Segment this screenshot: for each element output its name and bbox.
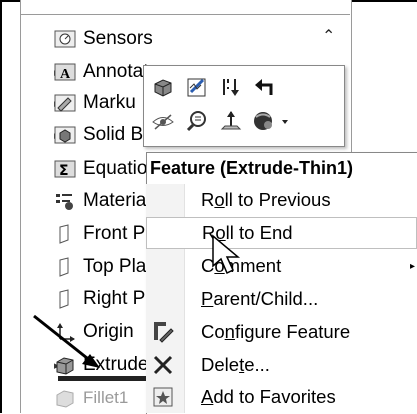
mouse-cursor-icon — [212, 234, 241, 275]
menu-item-label: Parent/Child... — [201, 288, 319, 309]
edit-sketch-icon[interactable] — [184, 74, 210, 100]
tree-item-label: Fillet1 — [83, 388, 129, 407]
annotations-icon: A — [54, 61, 76, 83]
pointer-arrow-icon — [33, 314, 100, 368]
plane-icon — [54, 223, 76, 245]
tree-item-label: Annotat — [83, 61, 149, 82]
menu-item-label: Configure Feature — [201, 321, 351, 342]
hide-icon[interactable] — [150, 108, 176, 134]
menu-item-label: Roll to Previous — [201, 189, 331, 210]
menu-item-delete[interactable]: Delete... — [146, 349, 417, 381]
solid-bodies-icon — [54, 124, 76, 146]
svg-text:A: A — [60, 67, 71, 82]
svg-text:Σ: Σ — [59, 163, 69, 179]
tree-item-label: Marku — [83, 92, 136, 113]
zoom-to-selection-icon[interactable] — [184, 108, 210, 134]
delete-icon — [150, 352, 176, 378]
tree-item-label: Equatio — [83, 158, 148, 179]
tree-item-label: Front P — [83, 223, 146, 244]
normal-to-icon[interactable] — [218, 108, 244, 134]
menu-item-configure-feature[interactable]: Configure Feature — [146, 316, 417, 348]
menu-item-roll-to-end[interactable]: Roll to End — [146, 217, 417, 249]
plane-icon — [54, 256, 76, 278]
menu-item-comment[interactable]: Comment ▸ — [146, 250, 417, 282]
material-icon — [54, 190, 76, 212]
menu-item-label: Delete... — [201, 354, 270, 375]
sensors-icon — [54, 28, 76, 50]
configure-feature-icon — [150, 319, 176, 345]
edit-feature-icon[interactable] — [150, 74, 176, 100]
context-toolbar — [143, 65, 345, 147]
tree-top-divider — [20, 14, 350, 15]
tree-item-label: Right P — [83, 288, 146, 309]
menu-item-add-to-favorites[interactable]: Add to Favorites — [146, 381, 417, 413]
tree-item-label: Materia — [83, 190, 147, 211]
markup-icon — [54, 92, 76, 114]
submenu-arrow-icon: ▸ — [410, 260, 416, 272]
equations-icon: Σ — [54, 158, 76, 180]
appearance-dropdown-icon[interactable] — [252, 108, 292, 134]
fillet-icon — [54, 387, 76, 409]
context-menu-title: Feature (Extrude-Thin1) — [150, 157, 354, 178]
menu-item-roll-to-previous[interactable]: Roll to Previous — [146, 184, 417, 216]
tree-item-sensors[interactable]: Sensors — [20, 24, 350, 54]
return-parent-icon[interactable] — [252, 74, 278, 100]
tree-item-label: Top Pla — [83, 256, 147, 277]
plane-icon — [54, 288, 76, 310]
tree-item-label: Sensors — [83, 28, 153, 49]
menu-item-label: Add to Favorites — [201, 386, 336, 407]
menu-item-parent-child[interactable]: Parent/Child... — [146, 283, 417, 315]
favorites-icon — [150, 384, 176, 410]
rollback-icon[interactable] — [218, 74, 244, 100]
